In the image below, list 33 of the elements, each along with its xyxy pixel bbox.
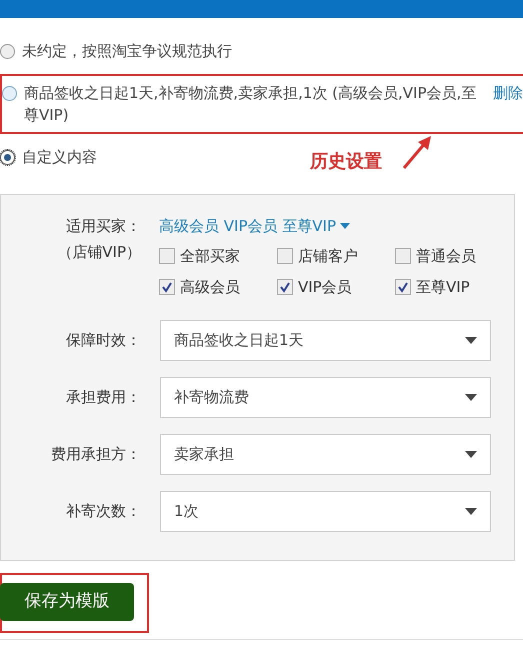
select-field[interactable]: 卖家承担 xyxy=(160,434,491,475)
field-label: 费用承担方： xyxy=(50,444,141,466)
checkbox[interactable] xyxy=(395,248,411,264)
checkbox-label: 店铺客户 xyxy=(298,246,358,267)
option-label: 自定义内容 xyxy=(22,147,97,168)
checkbox[interactable] xyxy=(277,248,293,264)
checkbox-label: VIP会员 xyxy=(298,276,352,298)
radio-button[interactable] xyxy=(0,44,15,59)
save-button[interactable]: 保存为模版 xyxy=(0,583,134,621)
select-field[interactable]: 补寄物流费 xyxy=(160,377,491,418)
buyer-dropdown[interactable]: 高级会员 VIP会员 至尊VIP xyxy=(159,213,513,239)
radio-button[interactable] xyxy=(0,150,15,165)
option-label: 未约定，按照淘宝争议规范执行 xyxy=(22,41,232,62)
checkbox[interactable] xyxy=(395,278,411,295)
field-label: 保障时效： xyxy=(65,330,141,352)
delete-link[interactable]: 删除 xyxy=(493,82,523,104)
field-label: 适用买家： xyxy=(66,216,141,237)
select-field[interactable]: 1次 xyxy=(160,491,491,532)
annotation-text: 历史设置 xyxy=(310,150,382,174)
field-label: 补寄次数： xyxy=(65,501,141,522)
checkbox-label: 至尊VIP xyxy=(416,276,470,298)
checkbox[interactable] xyxy=(159,248,175,264)
checkbox-label: 全部买家 xyxy=(180,246,240,267)
checkbox[interactable] xyxy=(159,278,175,295)
checkbox-label: 普通会员 xyxy=(416,246,476,267)
option-label: 商品签收之日起1天,补寄物流费,卖家承担,1次 (高级会员,VIP会员,至尊VIP) xyxy=(24,83,478,126)
radio-button[interactable] xyxy=(2,86,17,101)
checkbox-label: 高级会员 xyxy=(180,276,240,298)
arrow-icon xyxy=(402,136,432,170)
select-field[interactable]: 商品签收之日起1天 xyxy=(160,320,491,361)
checkbox[interactable] xyxy=(277,278,293,295)
field-label: 承担费用： xyxy=(65,387,141,408)
field-label: （店铺VIP） xyxy=(57,242,141,263)
